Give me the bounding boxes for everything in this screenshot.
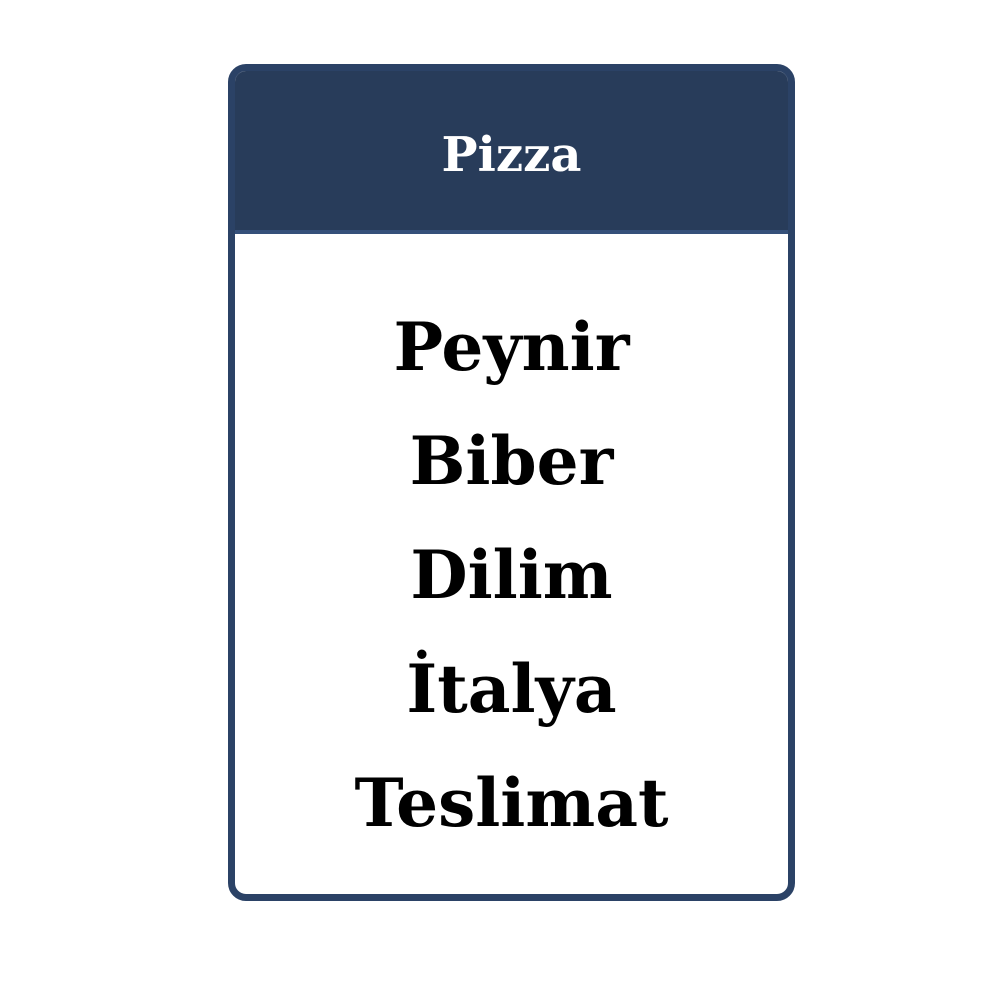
word-item: Peynir xyxy=(393,308,630,386)
card-title: Pizza xyxy=(441,126,582,183)
card-header: Pizza xyxy=(235,71,788,234)
word-item: İtalya xyxy=(406,650,617,728)
word-item: Dilim xyxy=(410,536,613,614)
word-item: Teslimat xyxy=(354,764,669,842)
word-card: Pizza Peynir Biber Dilim İtalya Teslimat xyxy=(228,64,795,901)
word-item: Biber xyxy=(409,422,614,500)
